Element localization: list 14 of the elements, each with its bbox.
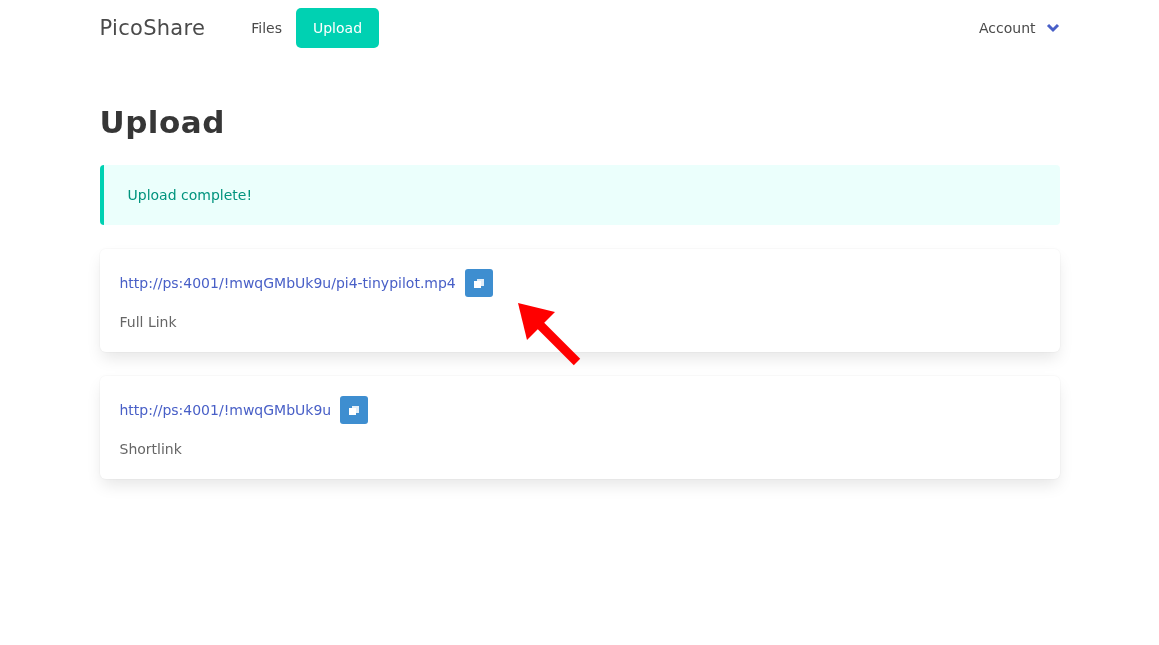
brand-logo[interactable]: PicoShare [99,16,206,40]
account-menu[interactable]: Account [978,20,1060,36]
files-tab[interactable]: Files [239,8,294,48]
chevron-down-icon [1045,23,1060,33]
copy-icon [473,278,484,288]
copy-button[interactable] [464,269,493,298]
copy-icon [349,405,360,415]
link-label: Full Link [119,314,178,331]
link-label: Shortlink [119,441,183,458]
file-link[interactable]: http://ps:4001/!mwqGMbUk9u/pi4-tinypilot.mp4 [119,275,456,292]
page-title: Upload [99,104,226,142]
file-link[interactable]: http://ps:4001/!mwqGMbUk9u [119,402,332,419]
success-notification: Upload complete! [99,165,1060,226]
copy-button[interactable] [340,396,369,425]
